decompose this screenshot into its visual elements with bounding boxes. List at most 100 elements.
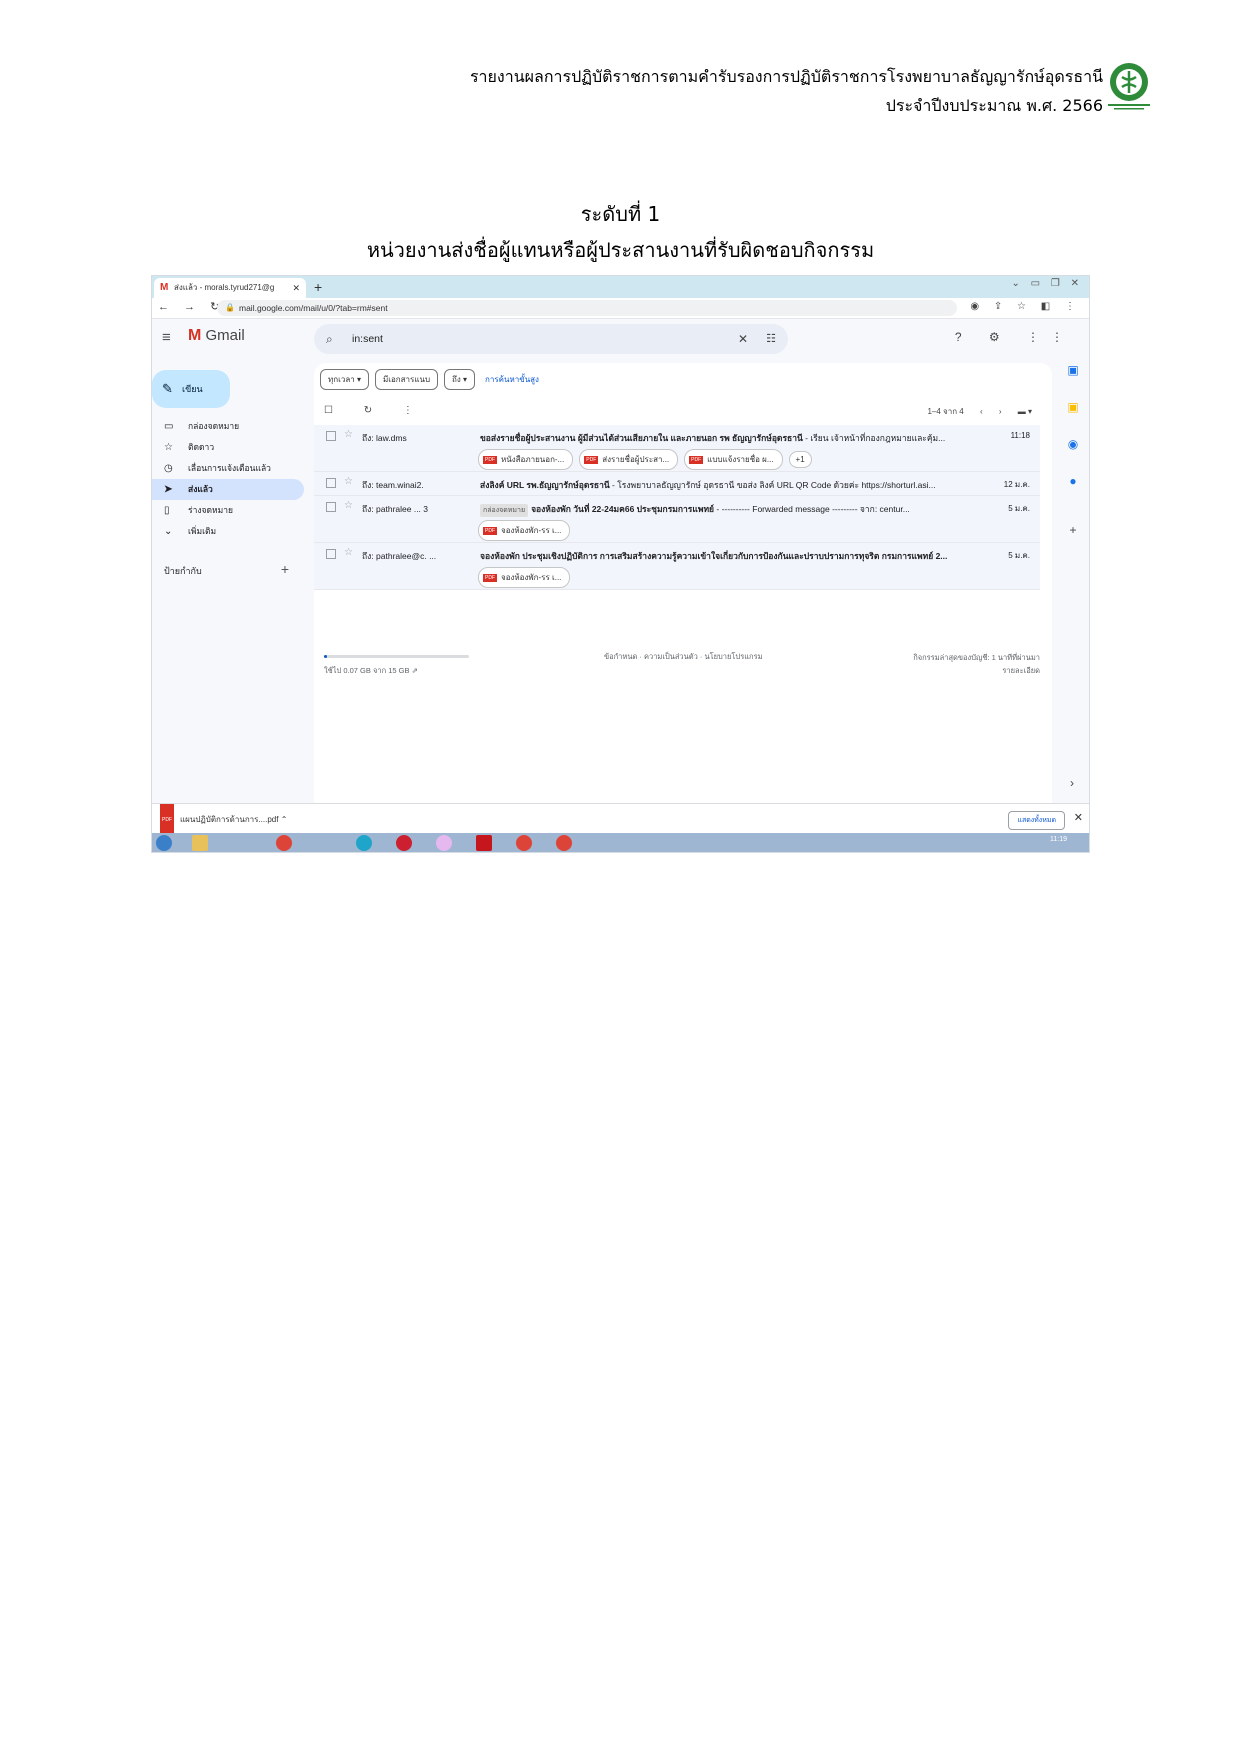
document-header: รายงานผลการปฏิบัติราชการตามคำรับรองการปฏ…	[470, 62, 1103, 120]
window-controls[interactable]: ⌄ ▭ ❐ ✕	[1011, 278, 1083, 289]
chrome-icon[interactable]	[276, 835, 292, 851]
sidebar-item-label: ส่งแล้ว	[188, 484, 213, 494]
filter-time[interactable]: ทุกเวลา ▾	[320, 369, 369, 390]
email-row[interactable]: ☆ ถึง: law.dms ขอส่งรายชื่อผู้ประสานงาน …	[314, 425, 1040, 472]
close-download-bar-icon[interactable]: ✕	[1074, 811, 1083, 824]
section-title: หน่วยงานส่งชื่อผู้แทนหรือผู้ประสานงานที่…	[366, 238, 875, 262]
more-attachments[interactable]: +1	[788, 451, 812, 468]
edge-icon[interactable]	[356, 835, 372, 851]
star-icon[interactable]: ☆	[344, 429, 353, 440]
browser-toolbar-icons[interactable]: ◉ ⇪ ☆ ◧ ⋮	[970, 301, 1081, 312]
close-tab-icon[interactable]: ✕	[292, 278, 300, 298]
pdf-icon: PDF	[160, 804, 174, 836]
fiscal-year: ประจำปีงบประมาณ พ.ศ. 2566	[885, 96, 1103, 115]
policy-links[interactable]: ข้อกำหนด · ความเป็นส่วนตัว · นโยบายโปรแก…	[604, 651, 763, 663]
inbox-tag[interactable]: กล่องจดหมาย	[480, 504, 529, 517]
search-options-icon[interactable]: ☷	[766, 324, 776, 354]
row-checkbox[interactable]	[326, 549, 336, 559]
pdf-icon: PDF	[483, 526, 497, 535]
nav-buttons[interactable]: ← → ↻	[158, 300, 225, 313]
add-addon-icon[interactable]: +	[1057, 511, 1089, 560]
contacts-icon[interactable]: ●	[1057, 474, 1089, 511]
list-toolbar[interactable]: ☐ ↻ ⋮	[324, 405, 427, 416]
attachment-chip[interactable]: PDF ส่งรายชื่อผู้ประสา...	[579, 449, 679, 470]
expand-panel-icon[interactable]: ›	[1070, 776, 1074, 790]
level-label: ระดับที่ 1	[580, 202, 661, 226]
attachment-chip[interactable]: PDF จองห้องพัก-รร เ...	[478, 567, 571, 588]
pdf-icon: PDF	[689, 455, 704, 464]
windows-taskbar: 11:19	[152, 833, 1089, 852]
email-subject: จองห้องพัก ประชุมเชิงปฏิบัติการ การเสริม…	[480, 551, 948, 561]
header-icons[interactable]: ? ⚙ ⋮⋮	[955, 330, 1075, 344]
app-icon[interactable]	[436, 835, 452, 851]
chrome-icon[interactable]	[516, 835, 532, 851]
chevron-down-icon: ⌄	[164, 526, 173, 537]
star-icon[interactable]: ☆	[344, 500, 353, 511]
filter-attachment[interactable]: มีเอกสารแนบ	[374, 369, 439, 390]
email-date: 5 ม.ค.	[1008, 551, 1030, 560]
open-storage-icon[interactable]: ⇗	[412, 666, 418, 675]
sidebar-item-sent[interactable]: ➤ ส่งแล้ว	[152, 479, 304, 500]
email-snippet: - ---------- Forwarded message ---------…	[714, 504, 910, 514]
row-checkbox[interactable]	[326, 478, 336, 488]
download-item[interactable]: PDF แผนปฏิบัติการด้านการ....pdf ⌃	[160, 804, 287, 836]
sidebar-item-drafts[interactable]: ▯ ร่างจดหมาย	[152, 500, 304, 521]
sidebar-item-starred[interactable]: ☆ ติดดาว	[152, 437, 304, 458]
filter-to[interactable]: ถึง ▾	[444, 369, 476, 390]
email-subject: ขอส่งรายชื่อผู้ประสานงาน ผู้มีส่วนได้ส่ว…	[480, 433, 803, 443]
attachment-list: PDF จองห้องพัก-รร เ...	[478, 520, 576, 541]
gmail-logo[interactable]: M Gmail	[188, 327, 245, 345]
url-field[interactable]: 🔒 mail.google.com/mail/u/0/?tab=rm#sent	[217, 300, 957, 316]
advanced-search-link[interactable]: การค้นหาขั้นสูง	[485, 375, 539, 384]
email-date: 12 ม.ค.	[1003, 480, 1030, 489]
star-icon[interactable]: ☆	[344, 476, 353, 487]
folder-icon[interactable]	[192, 835, 208, 851]
star-icon[interactable]: ☆	[344, 547, 353, 558]
start-icon[interactable]	[156, 835, 172, 851]
attachment-chip[interactable]: PDF แบบแจ้งรายชื่อ ผ...	[684, 449, 783, 470]
browser-tab[interactable]: M ส่งแล้ว - morals.tyrud271@g ✕	[154, 278, 306, 298]
next-page-icon[interactable]: ›	[999, 407, 1002, 416]
email-row[interactable]: ☆ ถึง: pathralee@c. ... จองห้องพัก ประชุ…	[314, 543, 1040, 590]
row-checkbox[interactable]	[326, 502, 336, 512]
clear-search-icon[interactable]: ✕	[738, 324, 748, 354]
search-input[interactable]: ⌕ in:sent ✕ ☷	[314, 324, 788, 354]
sidebar-item-snoozed[interactable]: ◷ เลื่อนการแจ้งเตือนแล้ว	[152, 458, 304, 479]
email-snippet: - โรงพยาบาลธัญญารักษ์ อุดรธานี ขอส่ง ลิง…	[609, 480, 936, 490]
attachment-chip[interactable]: PDF หนังสือภายนอก-...	[478, 449, 574, 470]
hospital-logo	[1108, 63, 1150, 110]
download-file-name: แผนปฏิบัติการด้านการ....pdf	[180, 815, 279, 825]
new-tab-button[interactable]: +	[314, 276, 322, 298]
menu-icon[interactable]: ≡	[162, 329, 171, 346]
storage-text[interactable]: ใช้ไป 0.07 GB จาก 15 GB ⇗	[324, 665, 418, 677]
opera-icon[interactable]	[396, 835, 412, 851]
taskbar-clock[interactable]: 11:19	[1050, 836, 1067, 843]
compose-button[interactable]: ✎ เขียน	[152, 370, 230, 408]
activity-details-link[interactable]: รายละเอียด	[913, 664, 1040, 677]
gmail-screenshot: M ส่งแล้ว - morals.tyrud271@g ✕ + ⌄ ▭ ❐ …	[151, 275, 1090, 853]
email-sender: ถึง: team.winai2.	[362, 480, 424, 490]
sidebar-item-inbox[interactable]: ▭ กล่องจดหมาย	[152, 416, 304, 437]
sidebar-item-more[interactable]: ⌄ เพิ่มเติม	[152, 521, 304, 542]
chrome-icon[interactable]	[556, 835, 572, 851]
row-checkbox[interactable]	[326, 431, 336, 441]
show-all-downloads-button[interactable]: แสดงทั้งหมด	[1008, 811, 1065, 830]
email-row[interactable]: ☆ ถึง: team.winai2. ส่งลิงค์ URL รพ.ธัญญ…	[314, 472, 1040, 496]
storage-fill	[324, 655, 327, 658]
search-icon[interactable]: ⌕	[326, 324, 333, 354]
keep-icon[interactable]: ▣	[1057, 400, 1089, 437]
tab-title: ส่งแล้ว - morals.tyrud271@g	[174, 283, 275, 292]
tasks-icon[interactable]: ◉	[1057, 437, 1089, 474]
adobe-icon[interactable]	[476, 835, 492, 851]
clock-icon: ◷	[164, 463, 173, 474]
calendar-icon[interactable]: ▣	[1057, 363, 1089, 400]
density-icon[interactable]: ▬ ▾	[1018, 407, 1032, 416]
attachment-name: ส่งรายชื่อผู้ประสา...	[602, 455, 670, 464]
email-snippet: - เรียน เจ้าหน้าที่กองกฎหมายและคุ้ม...	[802, 433, 946, 443]
prev-page-icon[interactable]: ‹	[980, 407, 983, 416]
storage-usage: ใช้ไป 0.07 GB จาก 15 GB	[324, 666, 410, 675]
section-heading: ระดับที่ 1 หน่วยงานส่งชื่อผู้แทนหรือผู้ป…	[0, 196, 1241, 268]
attachment-chip[interactable]: PDF จองห้องพัก-รร เ...	[478, 520, 571, 541]
email-row[interactable]: ☆ ถึง: pathralee ... 3 กล่องจดหมาย จองห้อ…	[314, 496, 1040, 543]
add-label-icon[interactable]: +	[281, 561, 289, 577]
